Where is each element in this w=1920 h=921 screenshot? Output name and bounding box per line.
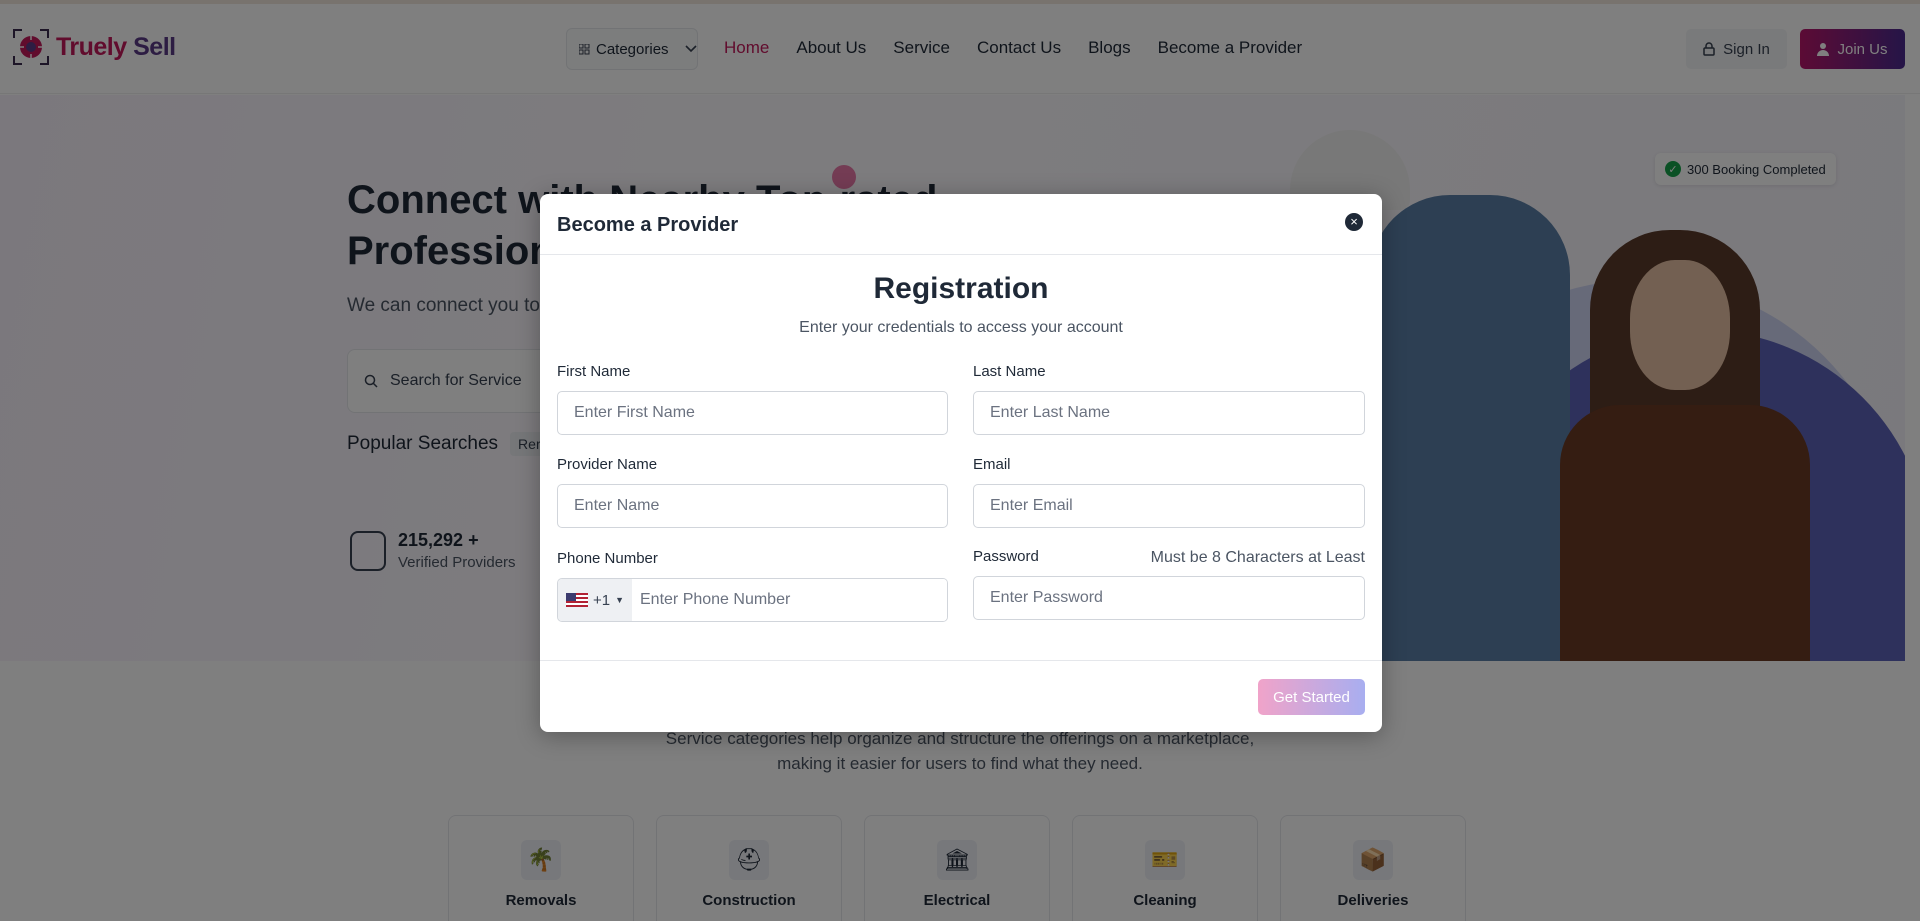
password-hint: Must be 8 Characters at Least — [1150, 549, 1365, 566]
modal-header: Become a Provider × — [540, 194, 1382, 255]
phone-field: +1 ▼ — [557, 578, 948, 622]
first-name-label: First Name — [557, 363, 631, 380]
first-name-input[interactable] — [557, 391, 948, 435]
password-input[interactable] — [973, 576, 1365, 620]
registration-subheading: Enter your credentials to access your ac… — [799, 319, 1123, 336]
email-input[interactable] — [973, 484, 1365, 528]
provider-name-input[interactable] — [557, 484, 948, 528]
country-code-dropdown[interactable]: +1 ▼ — [558, 579, 632, 621]
password-label: Password — [973, 548, 1039, 565]
modal-footer-divider — [540, 660, 1382, 661]
country-code: +1 — [592, 591, 611, 609]
get-started-button[interactable]: Get Started — [1258, 679, 1365, 715]
caret-down-icon: ▼ — [615, 595, 625, 605]
last-name-input[interactable] — [973, 391, 1365, 435]
become-provider-modal: Become a Provider × Registration Enter y… — [540, 194, 1382, 732]
provider-name-label: Provider Name — [557, 456, 658, 473]
phone-label: Phone Number — [557, 550, 658, 567]
close-icon[interactable]: × — [1345, 213, 1363, 231]
email-label: Email — [973, 456, 1011, 473]
us-flag-icon — [565, 593, 588, 607]
registration-heading: Registration — [873, 272, 1049, 305]
modal-title: Become a Provider — [557, 214, 739, 236]
last-name-label: Last Name — [973, 363, 1046, 380]
phone-input[interactable] — [632, 579, 947, 621]
